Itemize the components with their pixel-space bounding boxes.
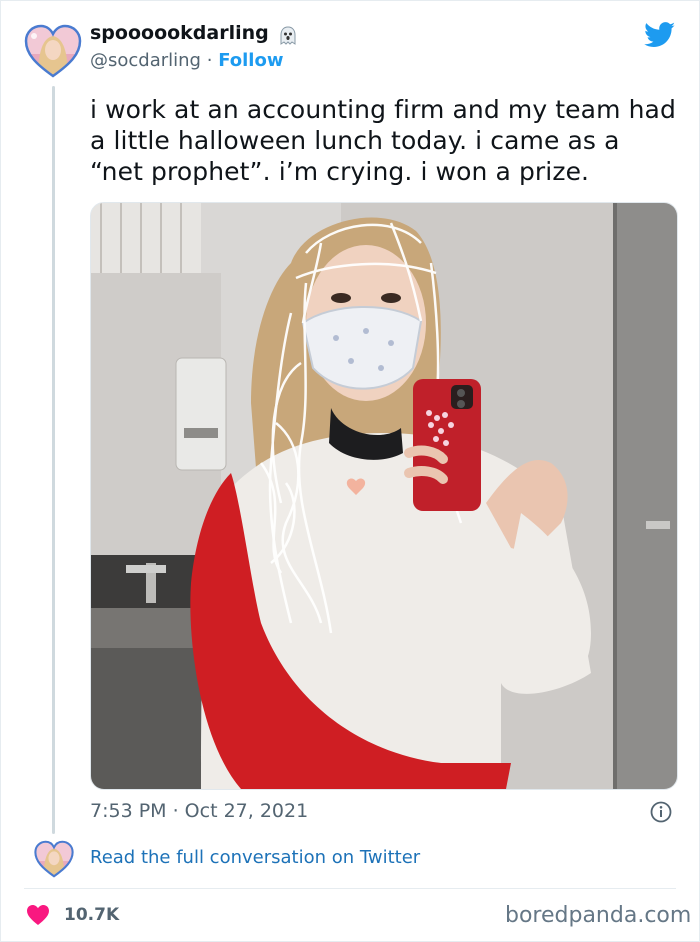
twitter-bird-icon[interactable]	[644, 22, 676, 48]
separator: ·	[206, 50, 213, 71]
follow-button[interactable]: Follow	[218, 50, 283, 71]
tweet-timestamp[interactable]: 7:53 PM · Oct 27, 2021	[90, 800, 308, 822]
like-count: 10.7K	[64, 905, 120, 925]
tweet-text: i work at an accounting firm and my team…	[90, 95, 676, 186]
thread-line	[52, 86, 55, 834]
read-conversation-link[interactable]: Read the full conversation on Twitter	[90, 847, 420, 868]
display-name[interactable]: spoooookdarling	[90, 22, 269, 44]
watermark: boredpanda.com	[505, 903, 692, 928]
conversation-avatar	[34, 840, 74, 878]
heart-icon[interactable]	[26, 904, 50, 926]
info-icon[interactable]	[650, 801, 672, 823]
tweet-photo[interactable]	[90, 202, 678, 790]
user-handle[interactable]: @socdarling	[90, 50, 201, 71]
divider	[24, 888, 676, 889]
avatar[interactable]	[24, 24, 82, 78]
handle-row: @socdarling · Follow	[90, 50, 283, 71]
ghost-icon	[278, 25, 298, 47]
